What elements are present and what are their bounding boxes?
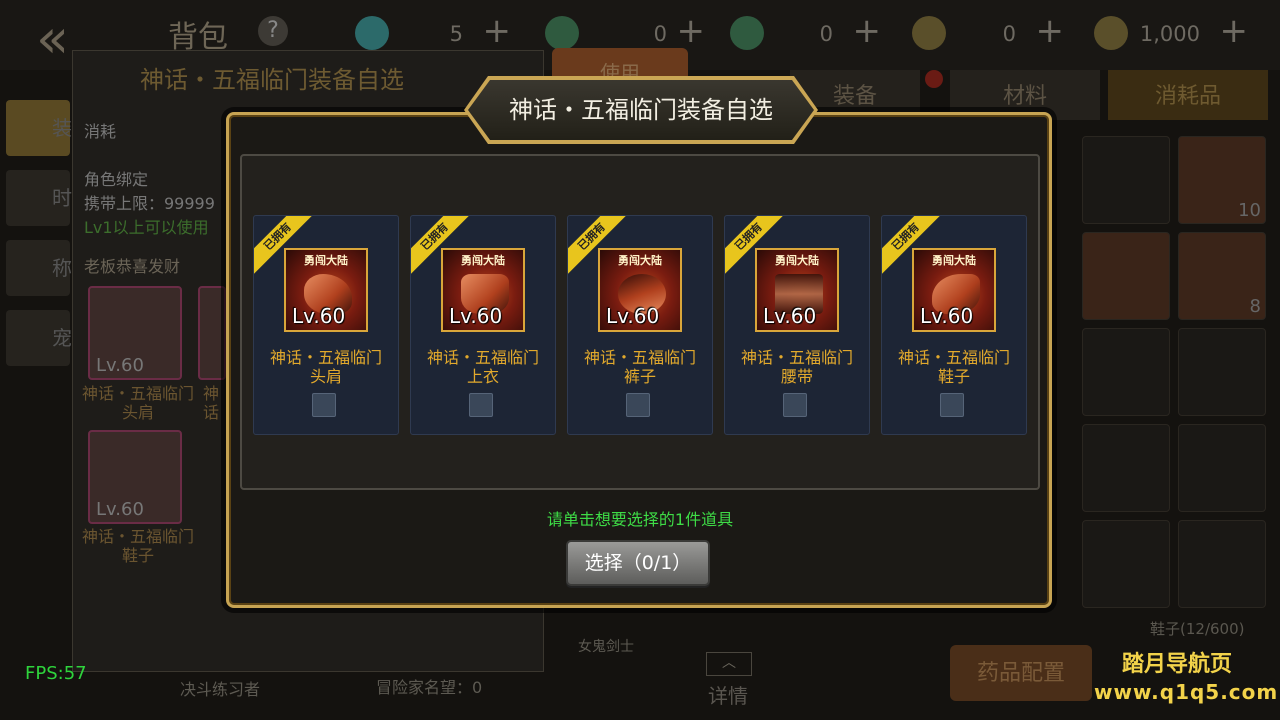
help-icon[interactable]: ? [258, 16, 288, 46]
inventory-slot[interactable] [1082, 328, 1170, 416]
adventurer-fame: 冒险家名望：0 [376, 678, 483, 697]
resource-medal: 5 + [355, 14, 515, 54]
inventory-slot[interactable]: 8 [1178, 232, 1266, 320]
shoes-count: 鞋子(12/600) [1150, 620, 1245, 638]
selection-hint: 请单击想要选择的1件道具 [546, 510, 734, 529]
info-item-partial [198, 286, 226, 380]
fps-counter: FPS:57 [25, 663, 87, 684]
sidebar-tab-equip[interactable]: 装 [6, 100, 72, 156]
back-icon[interactable]: « [36, 12, 69, 66]
resource-flask: 0 + [730, 14, 885, 54]
sidebar-tab-title[interactable]: 称 [6, 240, 72, 296]
detail-button[interactable]: 详情 [708, 680, 748, 709]
choice-card-pants[interactable]: 已拥有 勇闯大陆 Lv.60 神话・五福临门 裤子 [567, 215, 713, 435]
info-item-head: Lv.60 [88, 286, 182, 380]
add-coin-button[interactable]: + [1036, 14, 1065, 48]
info-type: 消耗 [84, 122, 117, 141]
select-checkbox[interactable] [469, 393, 493, 417]
game-logo: 勇闯大陆 [304, 254, 348, 267]
green-potion-icon [545, 16, 579, 50]
pants-armor-icon: 勇闯大陆 Lv.60 [598, 248, 682, 332]
select-confirm-button[interactable]: 选择（0/1） [566, 540, 710, 586]
info-carry-limit: 携带上限：99999 [84, 194, 215, 213]
inventory-slot[interactable] [1082, 520, 1170, 608]
shoes-armor-icon: 勇闯大陆 Lv.60 [912, 248, 996, 332]
select-checkbox[interactable] [783, 393, 807, 417]
select-checkbox[interactable] [312, 393, 336, 417]
select-checkbox[interactable] [940, 393, 964, 417]
info-bind: 角色绑定 [84, 170, 149, 189]
item-level: Lv.60 [763, 304, 817, 328]
select-checkbox[interactable] [626, 393, 650, 417]
add-medal-button[interactable]: + [483, 14, 512, 48]
watermark-url: www.q1q5.com [1094, 680, 1279, 704]
info-title: 神话・五福临门装备自选 [140, 66, 404, 94]
inventory-slot[interactable] [1178, 424, 1266, 512]
inventory-slot[interactable] [1082, 424, 1170, 512]
inventory-slot[interactable] [1178, 520, 1266, 608]
inventory-slot[interactable] [1082, 232, 1170, 320]
item-level: Lv.60 [606, 304, 660, 328]
character-name: 决斗练习者 [180, 680, 261, 699]
item-name: 神话・五福临门 上衣 [426, 348, 539, 386]
item-name: 神话・五福临门 头肩 [269, 348, 382, 386]
shoulder-armor-icon: 勇闯大陆 Lv.60 [284, 248, 368, 332]
game-logo: 勇闯大陆 [461, 254, 505, 267]
notification-dot [925, 70, 943, 88]
choice-card-top[interactable]: 已拥有 勇闯大陆 Lv.60 神话・五福临门 上衣 [410, 215, 556, 435]
sidebar-tab-fashion[interactable]: 时 [6, 170, 72, 226]
info-item-shoes: Lv.60 [88, 430, 182, 524]
game-logo: 勇闯大陆 [775, 254, 819, 267]
item-name: 神话・五福临门 裤子 [583, 348, 696, 386]
item-level: Lv.60 [292, 304, 346, 328]
potion-config-button[interactable]: 药品配置 [950, 645, 1092, 701]
add-potion-button[interactable]: + [677, 14, 706, 48]
info-item-head-name: 神话・五福临门头肩 [81, 384, 194, 422]
watermark-name: 踏月导航页 [1122, 652, 1233, 677]
game-logo: 勇闯大陆 [618, 254, 662, 267]
class-label: 女鬼剑士 [578, 639, 634, 655]
add-gold-button[interactable]: + [1220, 14, 1249, 48]
choice-card-belt[interactable]: 已拥有 勇闯大陆 Lv.60 神话・五福临门 腰带 [724, 215, 870, 435]
choice-card-head-shoulder[interactable]: 已拥有 勇闯大陆 Lv.60 神话・五福临门 头肩 [253, 215, 399, 435]
item-level: Lv.60 [920, 304, 974, 328]
sidebar-tab-pet[interactable]: 宠 [6, 310, 72, 366]
game-logo: 勇闯大陆 [932, 254, 976, 267]
info-usable: Lv1以上可以使用 [84, 218, 209, 237]
add-flask-button[interactable]: + [853, 14, 882, 48]
item-name: 神话・五福临门 腰带 [740, 348, 853, 386]
tab-consumables[interactable]: 消耗品 [1108, 70, 1268, 120]
info-item-shoes-name: 神话・五福临门鞋子 [81, 527, 194, 565]
chest-armor-icon: 勇闯大陆 Lv.60 [441, 248, 525, 332]
inventory-slot[interactable] [1082, 136, 1170, 224]
resource-gold: 1,000 + [1094, 14, 1252, 54]
chevron-up-icon[interactable]: ︿ [706, 652, 752, 676]
info-item-partial-name: 神话 [202, 384, 219, 422]
item-level: Lv.60 [449, 304, 503, 328]
inventory-slot[interactable]: 10 [1178, 136, 1266, 224]
belt-armor-icon: 勇闯大陆 Lv.60 [755, 248, 839, 332]
resource-coin: 0 + [912, 14, 1068, 54]
choice-card-shoes[interactable]: 已拥有 勇闯大陆 Lv.60 神话・五福临门 鞋子 [881, 215, 1027, 435]
info-blessing: 老板恭喜发财 [84, 257, 181, 276]
dialog-title: 神话・五福临门装备自选 [509, 96, 773, 124]
inventory-slot[interactable] [1178, 328, 1266, 416]
item-name: 神话・五福临门 鞋子 [897, 348, 1010, 386]
